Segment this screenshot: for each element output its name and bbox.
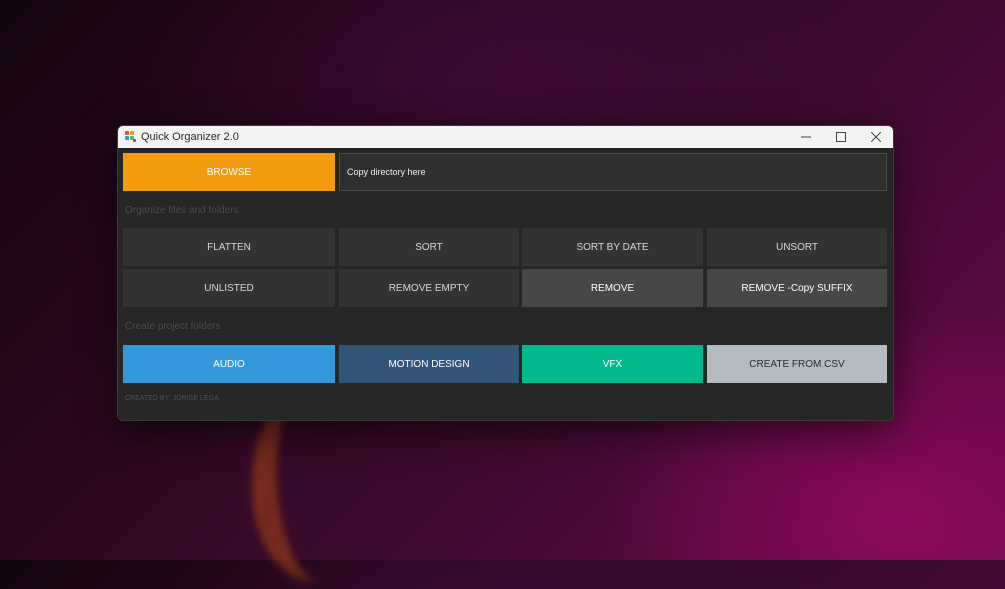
minimize-icon [800,136,811,138]
maximize-button[interactable] [823,126,858,148]
title-bar[interactable]: Quick Organizer 2.0 [118,126,893,148]
remove-button[interactable]: REMOVE [522,269,703,307]
close-icon [870,132,881,142]
browse-button[interactable]: BROWSE [123,153,335,191]
audio-button[interactable]: AUDIO [123,345,335,383]
sort-by-date-button[interactable]: SORT BY DATE [522,228,703,266]
unsort-button[interactable]: UNSORT [707,228,887,266]
remove-copy-suffix-button[interactable]: REMOVE -Copy SUFFIX [707,269,887,307]
unlisted-button[interactable]: UNLISTED [123,269,335,307]
app-window: Quick Organizer 2.0 BROWSE Copy director… [117,125,894,421]
footer-credit: CREATED BY: JORISE LEGA [125,395,219,402]
directory-input[interactable]: Copy directory here [339,153,887,191]
app-logo-icon [125,131,137,143]
sort-button[interactable]: SORT [339,228,519,266]
create-section-label: Create project folders [125,321,221,332]
organize-section-label: Organize files and folders [125,205,239,216]
remove-empty-button[interactable]: REMOVE EMPTY [339,269,519,307]
motion-design-button[interactable]: MOTION DESIGN [339,345,519,383]
create-from-csv-button[interactable]: CREATE FROM CSV [707,345,887,383]
close-button[interactable] [858,126,893,148]
minimize-button[interactable] [788,126,823,148]
flatten-button[interactable]: FLATTEN [123,228,335,266]
maximize-icon [835,132,846,142]
window-title: Quick Organizer 2.0 [141,131,239,143]
vfx-button[interactable]: VFX [522,345,703,383]
